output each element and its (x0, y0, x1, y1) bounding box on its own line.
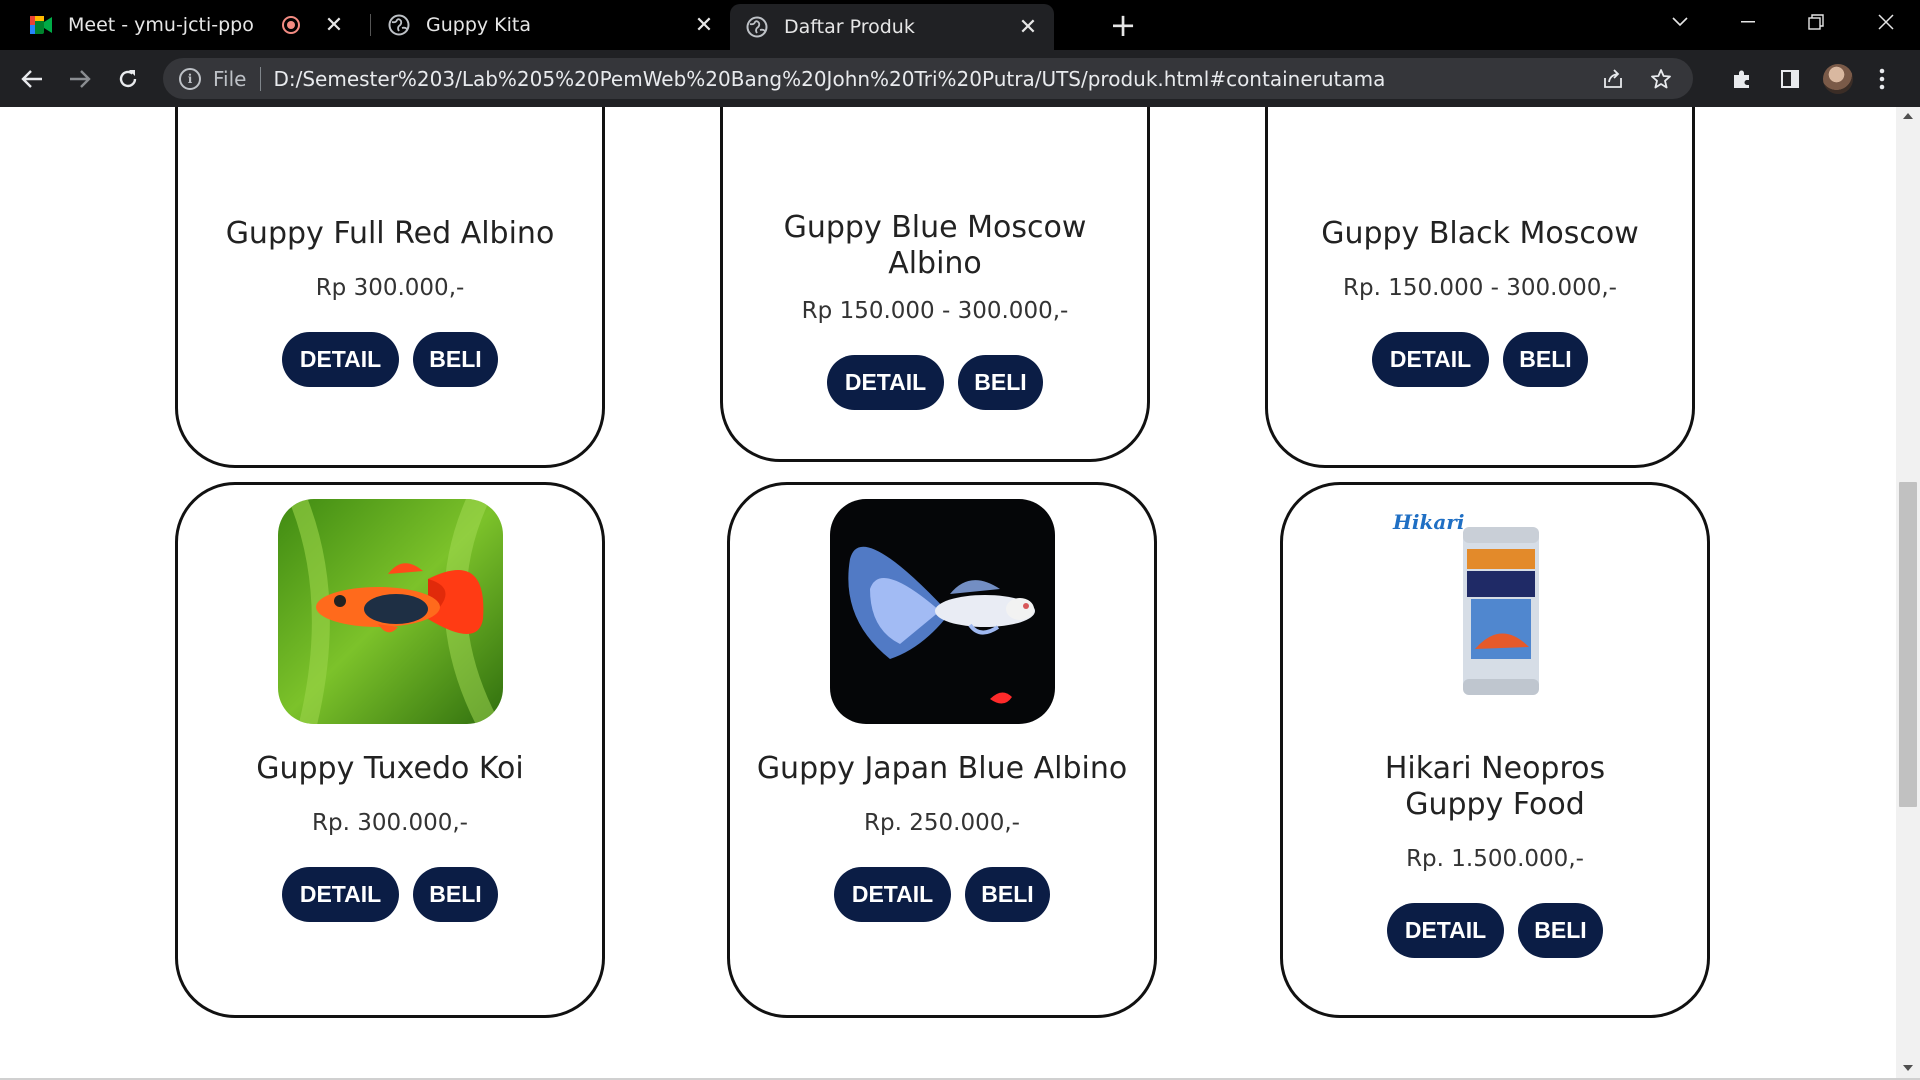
product-name: Guppy Blue Moscow Albino (783, 210, 1087, 281)
menu-kebab-icon[interactable] (1867, 59, 1897, 99)
globe-icon (746, 16, 768, 38)
new-tab-button[interactable]: + (1106, 6, 1140, 44)
scroll-down-arrow-icon[interactable] (1903, 1065, 1913, 1071)
product-card: Guppy Japan Blue Albino Rp. 250.000,- DE… (727, 482, 1157, 1018)
info-icon[interactable]: i (179, 67, 201, 90)
beli-button[interactable]: BELI (413, 867, 498, 922)
product-name: Guppy Full Red Albino (225, 216, 555, 251)
product-card: Guppy Black Moscow Rp. 150.000 - 300.000… (1265, 107, 1695, 468)
google-meet-icon (30, 14, 52, 36)
product-actions: DETAIL BELI (1268, 332, 1692, 387)
address-scheme: File (213, 66, 247, 91)
product-card: Guppy Full Red Albino Rp 300.000,- DETAI… (175, 107, 605, 468)
product-name: Guppy Japan Blue Albino (756, 751, 1128, 786)
detail-button[interactable]: DETAIL (1372, 332, 1489, 387)
vertical-scrollbar[interactable] (1896, 107, 1920, 1080)
beli-button[interactable]: BELI (413, 332, 498, 387)
product-actions: DETAIL BELI (178, 332, 602, 387)
scrollbar-thumb[interactable] (1899, 482, 1917, 807)
detail-button[interactable]: DETAIL (827, 355, 944, 410)
extensions-icon[interactable] (1722, 59, 1762, 99)
tab-daftar-produk[interactable]: Daftar Produk ✕ (730, 4, 1054, 50)
tab-title: Meet - ymu-jcti-ppo (68, 14, 254, 36)
side-panel-icon[interactable] (1770, 59, 1810, 99)
address-url[interactable]: D:/Semester%203/Lab%205%20PemWeb%20Bang%… (273, 67, 1589, 91)
product-price: Rp. 1.500.000,- (1406, 846, 1584, 872)
hikari-neopros-can-image: Hikari (1383, 499, 1608, 724)
back-button[interactable] (12, 59, 52, 99)
scroll-up-arrow-icon[interactable] (1903, 113, 1913, 119)
tab-guppy-kita[interactable]: Guppy Kita ✕ (360, 0, 730, 50)
page-viewport: Guppy Full Red Albino Rp 300.000,- DETAI… (0, 107, 1920, 1080)
detail-button[interactable]: DETAIL (282, 867, 399, 922)
product-name: Guppy Tuxedo Koi (256, 751, 524, 786)
restore-button[interactable] (1788, 0, 1844, 44)
close-tab-icon[interactable]: ✕ (320, 11, 348, 39)
product-actions: DETAIL BELI (723, 355, 1147, 410)
product-price: Rp. 150.000 - 300.000,- (1343, 275, 1617, 301)
forward-button[interactable] (60, 59, 100, 99)
reload-button[interactable] (108, 59, 148, 99)
tab-meet[interactable]: Meet - ymu-jcti-ppo ✕ (0, 0, 360, 50)
guppy-japan-blue-albino-image (830, 499, 1055, 724)
product-price: Rp 300.000,- (315, 275, 465, 301)
detail-button[interactable]: DETAIL (834, 867, 951, 922)
detail-button[interactable]: DETAIL (1387, 903, 1504, 958)
product-name: Guppy Black Moscow (1321, 216, 1639, 251)
tab-strip: Meet - ymu-jcti-ppo ✕ Guppy Kita ✕ Dafta… (0, 0, 1920, 50)
bookmark-star-icon[interactable] (1637, 59, 1685, 99)
product-card: Hikari Hikari Neopros Guppy Food Rp. 1.5… (1280, 482, 1710, 1018)
close-window-button[interactable] (1858, 0, 1914, 44)
address-bar[interactable]: i File D:/Semester%203/Lab%205%20PemWeb%… (163, 58, 1693, 99)
beli-button[interactable]: BELI (1503, 332, 1588, 387)
product-price: Rp 150.000 - 300.000,- (801, 298, 1069, 324)
recording-icon (282, 16, 300, 34)
beli-button[interactable]: BELI (965, 867, 1050, 922)
browser-toolbar: i File D:/Semester%203/Lab%205%20PemWeb%… (0, 50, 1920, 107)
product-name: Hikari Neopros Guppy Food (1384, 751, 1606, 822)
svg-text:Hikari: Hikari (1392, 510, 1464, 534)
tab-search-icon[interactable] (1652, 0, 1708, 44)
share-icon[interactable] (1589, 59, 1637, 99)
minimize-button[interactable] (1720, 0, 1776, 44)
beli-button[interactable]: BELI (1518, 903, 1603, 958)
product-actions: DETAIL BELI (1283, 903, 1707, 958)
address-divider (260, 66, 262, 91)
guppy-tuxedo-koi-image (278, 499, 503, 724)
product-price: Rp. 300.000,- (312, 810, 468, 836)
detail-button[interactable]: DETAIL (282, 332, 399, 387)
product-actions: DETAIL BELI (730, 867, 1154, 922)
close-tab-icon[interactable]: ✕ (1014, 13, 1042, 41)
tab-title: Guppy Kita (426, 14, 532, 36)
profile-avatar[interactable] (1823, 64, 1853, 94)
globe-icon (388, 14, 410, 36)
product-actions: DETAIL BELI (178, 867, 602, 922)
beli-button[interactable]: BELI (958, 355, 1043, 410)
product-card: Guppy Blue Moscow Albino Rp 150.000 - 30… (720, 107, 1150, 462)
product-price: Rp. 250.000,- (864, 810, 1020, 836)
tab-title: Daftar Produk (784, 16, 915, 38)
close-tab-icon[interactable]: ✕ (690, 11, 718, 39)
product-card: Guppy Tuxedo Koi Rp. 300.000,- DETAIL BE… (175, 482, 605, 1018)
